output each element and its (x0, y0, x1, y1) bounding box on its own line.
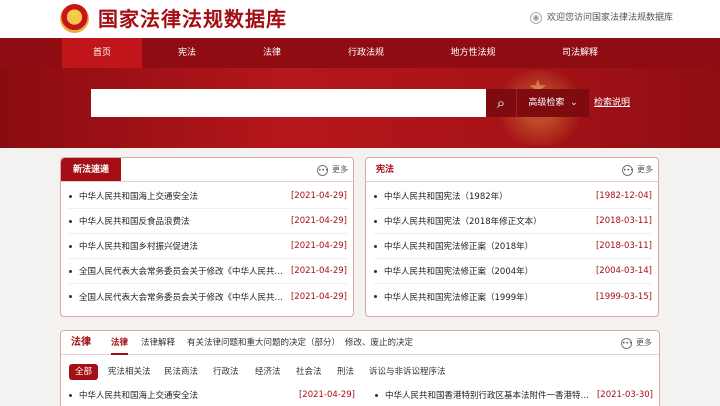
tab-amendment-decisions[interactable]: 修改、废止的决定 (345, 331, 413, 355)
law-date: [2021-04-29] (290, 266, 347, 276)
list-item[interactable]: 全国人民代表大会常务委员会关于修改《中华人民共和… [2021-04-29] (69, 284, 347, 309)
list-item[interactable]: 中华人民共和国宪法（2018年修正文本） [2018-03-11] (374, 209, 652, 234)
filter-criminal[interactable]: 刑法 (337, 364, 354, 380)
more-label: 更多 (636, 338, 652, 347)
constitution-panel: 宪法 ••• 更多 中华人民共和国宪法（1982年） [1982-12-04] 中… (365, 157, 659, 317)
list-item[interactable]: 中华人民共和国反食品浪费法 [2021-04-29] (69, 209, 347, 234)
search-help-link[interactable]: 检索说明 (594, 96, 630, 110)
welcome-message: ◉ 欢迎您访问国家法律法规数据库 (530, 11, 673, 25)
panel-title: 宪法 (376, 165, 395, 175)
nav-item-law[interactable]: 法律 (232, 38, 312, 68)
divider (61, 181, 353, 182)
nav-item-home[interactable]: 首页 (62, 38, 142, 68)
more-dots-icon: ••• (621, 337, 633, 349)
law-date: [2021-04-29] (290, 291, 347, 302)
user-icon: ◉ (530, 12, 542, 24)
law-title[interactable]: 中华人民共和国宪法修正案（1999年） (384, 291, 590, 303)
bullet-icon (69, 244, 72, 248)
bullet-icon (69, 393, 72, 397)
bullet-icon (374, 194, 377, 198)
bullet-icon (374, 244, 377, 248)
law-date: [2021-04-29] (290, 191, 347, 201)
chevron-down-icon: ⌄ (567, 98, 578, 108)
list-item[interactable]: 中华人民共和国宪法（1982年） [1982-12-04] (374, 184, 652, 209)
law-date: [2021-04-29] (290, 216, 347, 226)
divider (366, 181, 658, 182)
site-header: ★ 国家法律法规数据库 ◉ 欢迎您访问国家法律法规数据库 (0, 0, 720, 38)
bullet-icon (69, 269, 72, 273)
law-date: [2021-03-30] (596, 390, 653, 400)
search-button[interactable]: ⌕ (486, 89, 516, 117)
nav-item-administrative-regulations[interactable]: 行政法规 (322, 38, 410, 68)
law-title[interactable]: 全国人民代表大会常务委员会关于修改《中华人民共和… (79, 265, 285, 277)
bullet-icon (374, 269, 377, 273)
list-item[interactable]: 全国人民代表大会常务委员会关于修改《中华人民共和… [2021-04-29] (69, 259, 347, 284)
search-banner: ★ ⌕ 高级检索 ⌄ 检索说明 (0, 68, 720, 148)
law-title[interactable]: 中华人民共和国宪法（2018年修正文本） (384, 215, 590, 227)
bullet-icon (69, 194, 72, 198)
filter-administrative[interactable]: 行政法 (213, 364, 239, 380)
bullet-icon (374, 219, 377, 223)
search-input[interactable] (91, 89, 486, 117)
law-title[interactable]: 中华人民共和国反食品浪费法 (79, 215, 285, 227)
bullet-icon (375, 393, 378, 397)
site-title[interactable]: 国家法律法规数据库 (98, 6, 287, 32)
national-emblem-icon: ★ (60, 4, 89, 33)
law-title[interactable]: 全国人民代表大会常务委员会关于修改《中华人民共和… (79, 291, 285, 303)
advanced-search-button[interactable]: 高级检索 ⌄ (516, 89, 589, 117)
filter-civil-commercial[interactable]: 民法商法 (164, 364, 198, 380)
law-title[interactable]: 中华人民共和国香港特别行政区基本法附件一香港特别… (385, 389, 591, 401)
more-dots-icon: ••• (317, 164, 329, 176)
welcome-text: 欢迎您访问国家法律法规数据库 (547, 13, 674, 23)
list-item[interactable]: 中华人民共和国海上交通安全法 [2021-04-29] (69, 383, 355, 406)
more-label: 更多 (637, 165, 653, 174)
law-date: [2021-04-29] (298, 390, 355, 400)
law-date: [2004-03-14] (595, 266, 652, 276)
more-link[interactable]: ••• 更多 (621, 337, 652, 349)
filter-economic[interactable]: 经济法 (255, 364, 281, 380)
list-item[interactable]: 中华人民共和国宪法修正案（2004年） [2004-03-14] (374, 259, 652, 284)
nav-item-judicial-interpretations[interactable]: 司法解释 (536, 38, 624, 68)
bullet-icon (69, 295, 72, 298)
main-nav: 首页 宪法 法律 行政法规 地方性法规 司法解释 (0, 38, 720, 68)
panel-title: 新法速递 (61, 158, 122, 182)
filter-procedural[interactable]: 诉讼与非诉讼程序法 (369, 364, 446, 380)
law-title[interactable]: 中华人民共和国海上交通安全法 (79, 389, 293, 401)
law-date: [2018-03-11] (595, 241, 652, 251)
list-item[interactable]: 中华人民共和国宪法修正案（2018年） [2018-03-11] (374, 234, 652, 259)
law-title[interactable]: 中华人民共和国海上交通安全法 (79, 190, 285, 202)
list-item[interactable]: 中华人民共和国海上交通安全法 [2021-04-29] (69, 184, 347, 209)
law-date: [2018-03-11] (595, 216, 652, 226)
list-item[interactable]: 中华人民共和国乡村振兴促进法 [2021-04-29] (69, 234, 347, 259)
advanced-search-label: 高级检索 (528, 98, 565, 108)
panel-title: 法律 (71, 337, 91, 348)
law-panel: 法律 法律 法律解释 有关法律问题和重大问题的决定（部分） 修改、废止的决定 •… (60, 330, 660, 406)
tab-law-interpretation[interactable]: 法律解释 (141, 331, 175, 355)
law-date: [1982-12-04] (595, 191, 652, 201)
bullet-icon (69, 219, 72, 223)
more-link[interactable]: ••• 更多 (622, 164, 653, 176)
law-title[interactable]: 中华人民共和国乡村振兴促进法 (79, 240, 285, 252)
filter-constitution-related[interactable]: 宪法相关法 (108, 364, 151, 380)
law-title[interactable]: 中华人民共和国宪法修正案（2004年） (384, 265, 590, 277)
law-date: [2021-04-29] (290, 241, 347, 251)
nav-item-local-regulations[interactable]: 地方性法规 (428, 38, 518, 68)
more-label: 更多 (332, 165, 348, 174)
tab-law[interactable]: 法律 (111, 331, 129, 355)
bullet-icon (374, 295, 377, 298)
law-title[interactable]: 中华人民共和国宪法（1982年） (384, 190, 590, 202)
nav-item-constitution[interactable]: 宪法 (147, 38, 227, 68)
filter-social[interactable]: 社会法 (296, 364, 322, 380)
more-dots-icon: ••• (622, 164, 634, 176)
more-link[interactable]: ••• 更多 (317, 164, 348, 176)
new-laws-panel: 新法速递 ••• 更多 中华人民共和国海上交通安全法 [2021-04-29] 中… (60, 157, 354, 317)
list-item[interactable]: 中华人民共和国香港特别行政区基本法附件一香港特别… [2021-03-30] (375, 383, 653, 406)
law-date: [1999-03-15] (595, 291, 652, 302)
law-title[interactable]: 中华人民共和国宪法修正案（2018年） (384, 240, 590, 252)
search-icon: ⌕ (496, 94, 506, 112)
filter-all[interactable]: 全部 (69, 364, 99, 380)
list-item[interactable]: 中华人民共和国宪法修正案（1999年） [1999-03-15] (374, 284, 652, 309)
tab-legal-decisions[interactable]: 有关法律问题和重大问题的决定（部分） (187, 331, 340, 355)
